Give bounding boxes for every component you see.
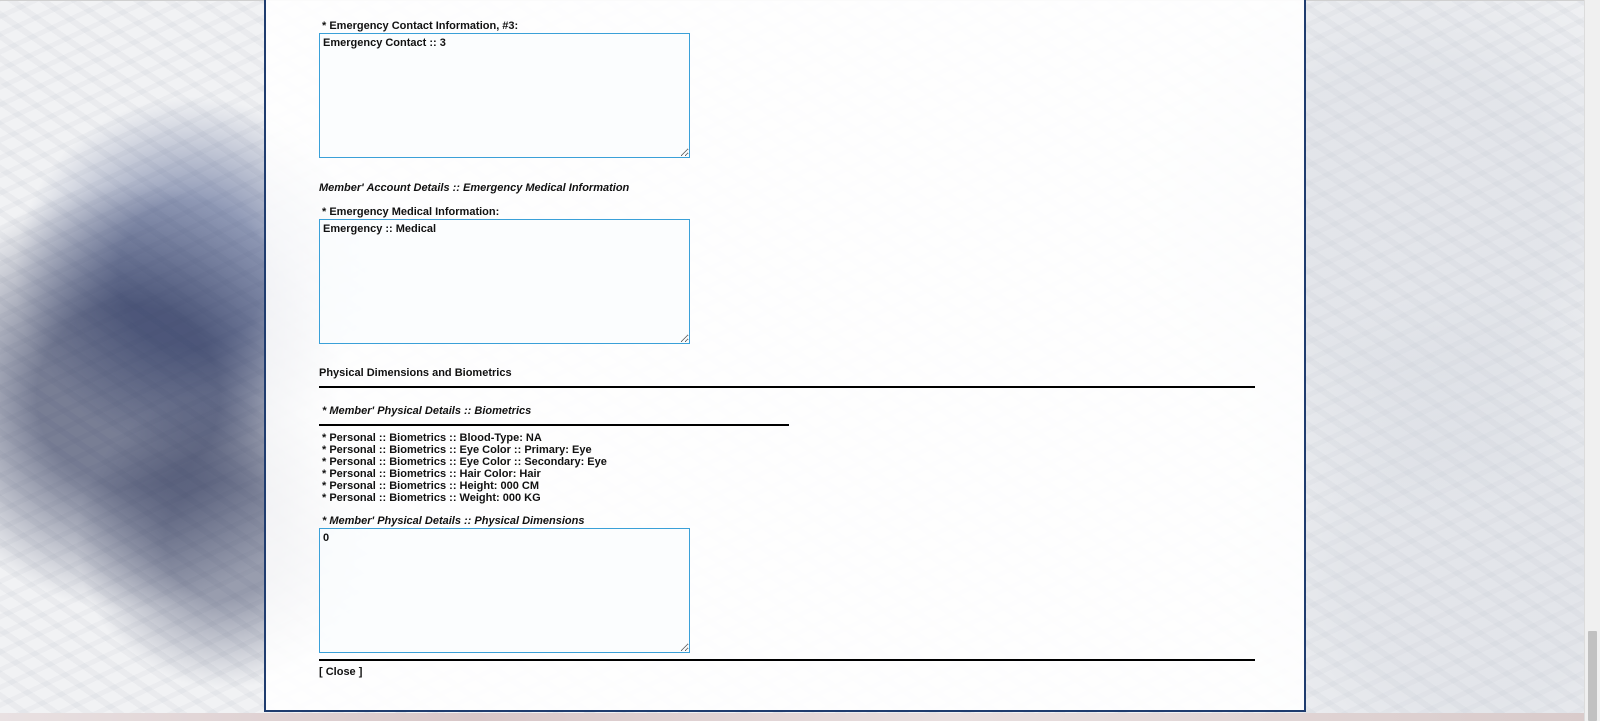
biometrics-height: * Personal :: Biometrics :: Height: 000 …	[322, 480, 539, 492]
biometrics-heading: * Member' Physical Details :: Biometrics	[322, 405, 532, 417]
physical-section-divider	[319, 386, 1255, 388]
biometrics-divider	[319, 424, 789, 426]
biometrics-list: * Personal :: Biometrics :: Blood-Type: …	[322, 432, 607, 504]
biometrics-weight: * Personal :: Biometrics :: Weight: 000 …	[322, 492, 541, 504]
scrollbar-thumb[interactable]	[1588, 631, 1597, 721]
physical-dimensions-textarea[interactable]: 0	[319, 528, 690, 653]
biometrics-blood-type: * Personal :: Biometrics :: Blood-Type: …	[322, 432, 542, 444]
biometrics-eye-color-primary: * Personal :: Biometrics :: Eye Color ::…	[322, 444, 592, 456]
page-scrollbar[interactable]	[1584, 0, 1600, 721]
physical-dimensions-label: * Member' Physical Details :: Physical D…	[322, 515, 585, 527]
close-link[interactable]: [ Close ]	[319, 666, 362, 678]
biometrics-hair-color: * Personal :: Biometrics :: Hair Color: …	[322, 468, 541, 480]
emergency-contact-3-label: * Emergency Contact Information, #3:	[322, 20, 519, 32]
page-bottom-strip	[0, 713, 1584, 721]
physical-section-heading: Physical Dimensions and Biometrics	[319, 367, 512, 379]
emergency-contact-3-textarea[interactable]: Emergency Contact :: 3	[319, 33, 690, 158]
medical-section-heading: Member' Account Details :: Emergency Med…	[319, 182, 630, 194]
emergency-medical-textarea[interactable]: Emergency :: Medical	[319, 219, 690, 344]
biometrics-eye-color-secondary: * Personal :: Biometrics :: Eye Color ::…	[322, 456, 607, 468]
footer-divider	[319, 659, 1255, 661]
emergency-medical-label: * Emergency Medical Information:	[322, 206, 500, 218]
